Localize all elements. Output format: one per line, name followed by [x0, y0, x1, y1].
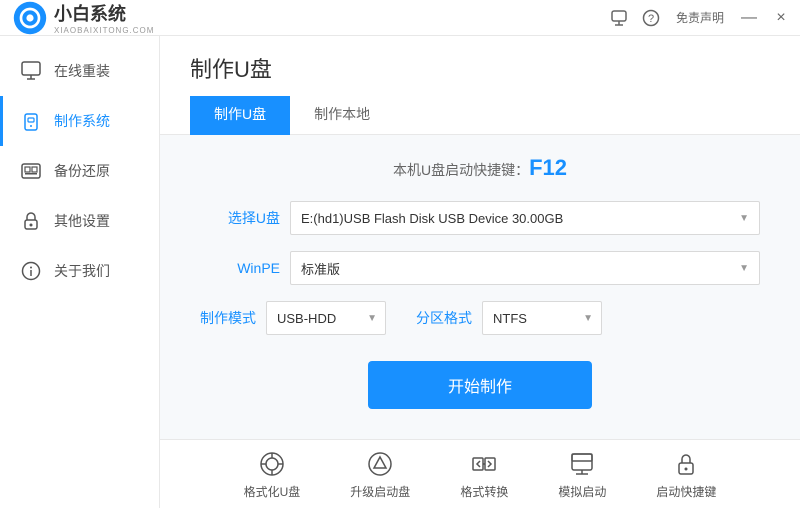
upgrade-boot-icon — [365, 449, 395, 479]
help-icon[interactable]: ? — [640, 7, 662, 29]
usb-icon — [20, 110, 42, 132]
content-area: 制作U盘 制作U盘 制作本地 本机U盘启动快捷键：F12 选择U盘 E:(hd1… — [160, 36, 800, 508]
tool-simulate-boot-label: 模拟启动 — [558, 483, 606, 500]
winpe-row: WinPE 标准版 ▼ — [200, 251, 760, 285]
winpe-select[interactable]: 标准版 ▼ — [290, 251, 760, 285]
logo-main-text: 小白系统 — [54, 0, 154, 26]
tab-make-local[interactable]: 制作本地 — [290, 96, 394, 135]
usb-label: 选择U盘 — [200, 208, 280, 228]
sidebar-item-make-system[interactable]: 制作系统 — [0, 96, 159, 146]
tool-upgrade-boot[interactable]: 升级启动盘 — [350, 449, 410, 500]
simulate-boot-icon — [567, 449, 597, 479]
logo-text: 小白系统 XIAOBAIXITONG.COM — [54, 0, 154, 35]
mode-label: 制作模式 — [200, 308, 256, 328]
tabs: 制作U盘 制作本地 — [190, 96, 770, 134]
sidebar: 在线重装 制作系统 备份还原 其他设置 关于我们 — [0, 36, 160, 508]
svg-text:?: ? — [648, 13, 654, 25]
format-usb-icon — [257, 449, 287, 479]
usb-select[interactable]: E:(hd1)USB Flash Disk USB Device 30.00GB… — [290, 201, 760, 235]
tool-format-usb-label: 格式化U盘 — [244, 483, 301, 500]
shortcut-hint: 本机U盘启动快捷键：F12 — [200, 155, 760, 181]
usb-row: 选择U盘 E:(hd1)USB Flash Disk USB Device 30… — [200, 201, 760, 235]
monitor-icon — [20, 60, 42, 82]
winpe-value: 标准版 — [301, 259, 749, 278]
boot-shortcut-icon — [671, 449, 701, 479]
sidebar-item-other-settings[interactable]: 其他设置 — [0, 196, 159, 246]
partition-label: 分区格式 — [416, 308, 472, 328]
info-icon — [20, 260, 42, 282]
sidebar-item-about-us[interactable]: 关于我们 — [0, 246, 159, 296]
minimize-button[interactable]: — — [738, 7, 760, 29]
mode-arrow-icon: ▼ — [367, 313, 377, 324]
sidebar-item-online-reinstall[interactable]: 在线重装 — [0, 46, 159, 96]
tool-boot-shortcut[interactable]: 启动快捷键 — [656, 449, 716, 500]
partition-value: NTFS — [493, 311, 527, 326]
titlebar-actions: ? 免责声明 — × — [608, 7, 792, 29]
lock-icon — [20, 210, 42, 232]
bottom-toolbar: 格式化U盘 升级启动盘 格式转换 模拟启动 — [160, 439, 800, 508]
sidebar-label-about-us: 关于我们 — [54, 261, 110, 281]
winpe-label: WinPE — [200, 260, 280, 276]
shortcut-key: F12 — [529, 155, 567, 180]
main-layout: 在线重装 制作系统 备份还原 其他设置 关于我们 — [0, 36, 800, 508]
mode-value: USB-HDD — [277, 311, 336, 326]
format-convert-icon — [469, 449, 499, 479]
partition-select[interactable]: NTFS ▼ — [482, 301, 602, 335]
tool-format-convert-label: 格式转换 — [460, 483, 508, 500]
backup-icon — [20, 160, 42, 182]
tab-make-usb[interactable]: 制作U盘 — [190, 96, 290, 135]
usb-arrow-icon: ▼ — [739, 213, 749, 224]
user-icon[interactable] — [608, 7, 630, 29]
mode-partition-row: 制作模式 USB-HDD ▼ 分区格式 NTFS ▼ — [200, 301, 760, 335]
sidebar-label-make-system: 制作系统 — [54, 111, 110, 131]
close-button[interactable]: × — [770, 7, 792, 29]
form-area: 本机U盘启动快捷键：F12 选择U盘 E:(hd1)USB Flash Disk… — [160, 135, 800, 439]
logo: 小白系统 XIAOBAIXITONG.COM — [12, 0, 154, 36]
mode-select[interactable]: USB-HDD ▼ — [266, 301, 386, 335]
free-label[interactable]: 免责声明 — [672, 7, 728, 28]
tool-upgrade-boot-label: 升级启动盘 — [350, 483, 410, 500]
winpe-arrow-icon: ▼ — [739, 263, 749, 274]
sidebar-label-online-reinstall: 在线重装 — [54, 61, 110, 81]
titlebar: 小白系统 XIAOBAIXITONG.COM ? 免责声明 — × — [0, 0, 800, 36]
tool-format-usb[interactable]: 格式化U盘 — [244, 449, 301, 500]
shortcut-prefix: 本机U盘启动快捷键： — [393, 162, 529, 178]
tool-boot-shortcut-label: 启动快捷键 — [656, 483, 716, 500]
sidebar-label-backup-restore: 备份还原 — [54, 161, 110, 181]
sidebar-item-backup-restore[interactable]: 备份还原 — [0, 146, 159, 196]
page-title: 制作U盘 — [190, 52, 770, 84]
logo-sub-text: XIAOBAIXITONG.COM — [54, 26, 154, 35]
logo-icon — [12, 0, 48, 36]
tool-simulate-boot[interactable]: 模拟启动 — [558, 449, 606, 500]
partition-arrow-icon: ▼ — [583, 313, 593, 324]
sidebar-label-other-settings: 其他设置 — [54, 211, 110, 231]
tool-format-convert[interactable]: 格式转换 — [460, 449, 508, 500]
usb-value: E:(hd1)USB Flash Disk USB Device 30.00GB — [301, 211, 749, 226]
start-button[interactable]: 开始制作 — [368, 361, 592, 409]
page-title-bar: 制作U盘 制作U盘 制作本地 — [160, 36, 800, 135]
